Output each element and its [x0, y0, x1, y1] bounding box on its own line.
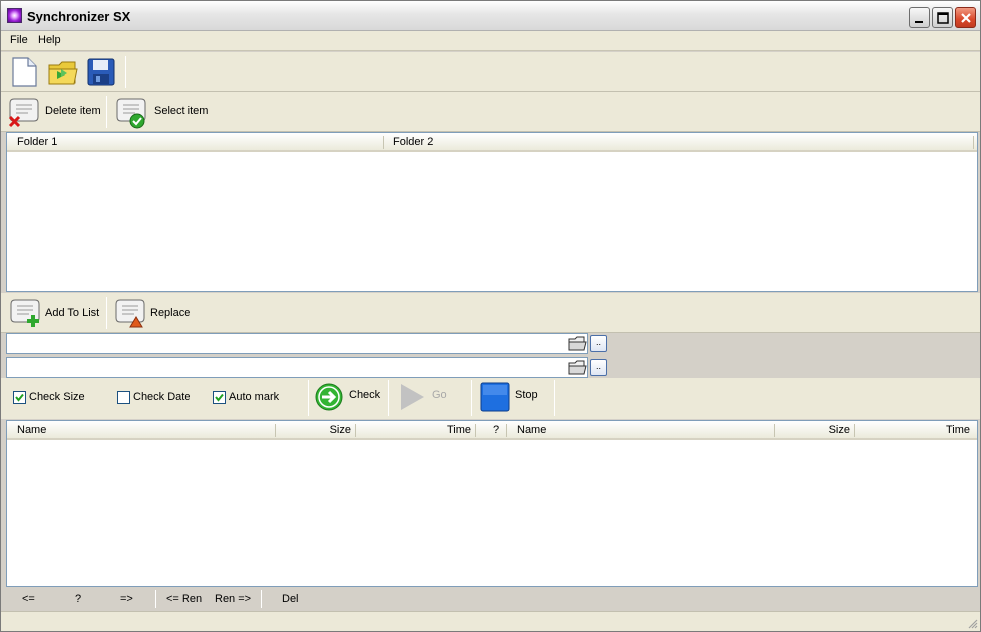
toolbar-separator: [125, 56, 126, 88]
toolbar-separator: [471, 380, 472, 416]
column-divider[interactable]: [854, 424, 855, 437]
title-bar[interactable]: Synchronizer SX: [1, 1, 980, 31]
column-folder-2[interactable]: Folder 2: [389, 133, 749, 151]
delete-item-label[interactable]: Delete item: [45, 105, 101, 117]
toolbar-separator: [554, 380, 555, 416]
column-divider[interactable]: [973, 136, 974, 149]
toolbar-separator: [155, 590, 156, 608]
stop-button[interactable]: [480, 382, 510, 415]
column-time-right[interactable]: Time: [856, 421, 974, 439]
status-bar: [1, 611, 980, 631]
checkmark-icon: [215, 393, 224, 402]
stop-label[interactable]: Stop: [515, 389, 538, 401]
select-item-label[interactable]: Select item: [154, 105, 208, 117]
replace-label[interactable]: Replace: [150, 307, 190, 319]
auto-mark-label[interactable]: Auto mark: [229, 391, 279, 403]
check-button[interactable]: [314, 382, 344, 415]
open-folder-icon[interactable]: [567, 335, 587, 353]
column-status[interactable]: ?: [485, 421, 507, 439]
column-divider[interactable]: [774, 424, 775, 437]
copy-right-button[interactable]: =>: [120, 593, 133, 605]
column-divider[interactable]: [506, 424, 507, 437]
file-toolbar: [1, 52, 980, 92]
unknown-action-button[interactable]: ?: [75, 593, 81, 605]
close-icon: [961, 13, 971, 23]
column-time-left[interactable]: Time: [357, 421, 475, 439]
replace-scroll-icon: [115, 299, 145, 328]
compare-list[interactable]: Name Size Time ? Name Size Time: [6, 420, 978, 587]
new-button[interactable]: [9, 56, 39, 91]
check-arrow-icon: [315, 383, 343, 411]
open-button[interactable]: [47, 57, 79, 90]
window-title: Synchronizer SX: [27, 9, 131, 24]
add-to-list-button[interactable]: [7, 297, 43, 334]
go-button[interactable]: [398, 382, 428, 415]
folder-list-header: Folder 1 Folder 2: [7, 133, 977, 152]
toolbar-separator: [106, 96, 107, 128]
go-label[interactable]: Go: [432, 389, 447, 401]
select-scroll-icon: [116, 98, 146, 129]
add-scroll-icon: [10, 299, 40, 327]
column-name-right[interactable]: Name: [513, 421, 773, 439]
delete-item-button[interactable]: [6, 95, 42, 132]
column-divider[interactable]: [275, 424, 276, 437]
toolbar-separator: [261, 590, 262, 608]
rename-left-button[interactable]: <= Ren: [166, 593, 202, 605]
check-size-label[interactable]: Check Size: [29, 391, 85, 403]
check-label[interactable]: Check: [349, 389, 380, 401]
column-folder-1[interactable]: Folder 1: [13, 133, 373, 151]
open-folder-icon[interactable]: [567, 359, 587, 377]
toolbar-separator: [308, 380, 309, 416]
column-divider[interactable]: [355, 424, 356, 437]
options-toolbar: Check Size Check Date Auto mark Check Go: [1, 378, 980, 419]
column-divider[interactable]: [475, 424, 476, 437]
browse-folder-2-button[interactable]: ..: [590, 359, 607, 376]
open-folder-icon: [48, 61, 78, 85]
list-toolbar: Add To List Replace: [1, 293, 980, 333]
column-divider[interactable]: [383, 136, 384, 149]
copy-left-button[interactable]: <=: [22, 593, 35, 605]
check-size-checkbox[interactable]: [13, 391, 26, 404]
save-button[interactable]: [86, 57, 116, 90]
delete-scroll-icon: [8, 98, 39, 128]
column-size-left[interactable]: Size: [277, 421, 355, 439]
folder-1-path-input[interactable]: [6, 333, 588, 354]
maximize-button[interactable]: [932, 7, 953, 28]
check-date-checkbox[interactable]: [117, 391, 130, 404]
column-name-left[interactable]: Name: [13, 421, 273, 439]
toolbar-separator: [388, 380, 389, 416]
menu-bar: File Help: [1, 31, 980, 51]
menu-help[interactable]: Help: [38, 34, 61, 46]
folder-pairs-list[interactable]: Folder 1 Folder 2: [6, 132, 978, 292]
replace-button[interactable]: [112, 297, 148, 334]
folder-2-path-input[interactable]: [6, 357, 588, 378]
add-to-list-label[interactable]: Add To List: [45, 307, 99, 319]
auto-mark-checkbox[interactable]: [213, 391, 226, 404]
toolbar-separator: [106, 297, 107, 329]
play-icon: [401, 384, 424, 410]
checkmark-icon: [15, 393, 24, 402]
new-file-icon: [12, 57, 37, 87]
select-item-button[interactable]: [113, 95, 149, 132]
item-toolbar: Delete item Select item: [1, 92, 980, 132]
minimize-button[interactable]: [909, 7, 930, 28]
stop-icon: [480, 382, 510, 412]
column-size-right[interactable]: Size: [776, 421, 854, 439]
compare-list-header: Name Size Time ? Name Size Time: [7, 421, 977, 440]
rename-right-button[interactable]: Ren =>: [215, 593, 251, 605]
close-button[interactable]: [955, 7, 976, 28]
save-icon: [87, 58, 115, 86]
app-window: Synchronizer SX File Help Delete item Se…: [0, 0, 981, 632]
check-date-label[interactable]: Check Date: [133, 391, 190, 403]
delete-button[interactable]: Del: [282, 593, 299, 605]
browse-folder-1-button[interactable]: ..: [590, 335, 607, 352]
resize-grip-icon[interactable]: [966, 617, 978, 629]
menu-file[interactable]: File: [10, 34, 28, 46]
minimize-icon: [915, 21, 923, 23]
app-icon: [7, 8, 22, 23]
maximize-icon: [937, 12, 949, 24]
